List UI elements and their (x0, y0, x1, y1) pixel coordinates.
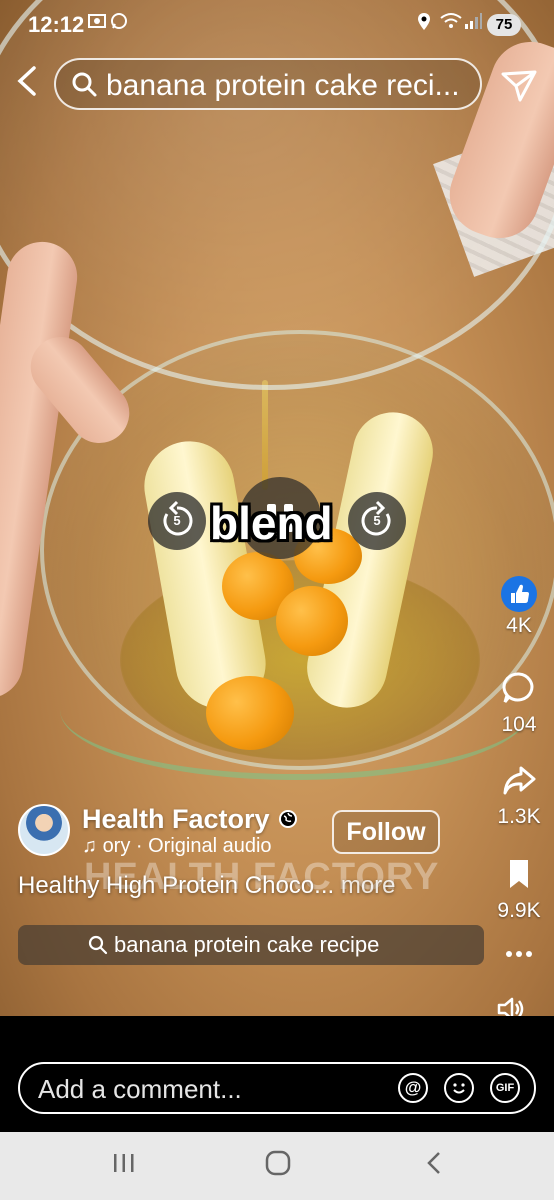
like-button[interactable]: 4K (494, 576, 544, 638)
mention-icon[interactable]: @ (398, 1073, 428, 1103)
search-bar[interactable]: banana protein cake reci... (54, 58, 482, 110)
author-name[interactable]: Health Factory (82, 804, 270, 835)
save-count: 9.9K (497, 899, 541, 922)
author-avatar[interactable] (18, 804, 70, 856)
comment-icon (502, 672, 534, 703)
home-button[interactable] (265, 1150, 291, 1183)
paper-plane-icon (501, 70, 537, 102)
video-caption: blend (210, 497, 333, 549)
more-options-button[interactable] (494, 944, 544, 969)
status-time: 12:12 (28, 12, 85, 37)
like-count: 4K (506, 614, 532, 637)
emoji-icon[interactable] (444, 1073, 474, 1103)
chevron-left-icon (17, 66, 36, 96)
search-icon (72, 72, 97, 97)
nav-back-button[interactable] (424, 1150, 444, 1183)
comment-placeholder: Add a comment... (38, 1074, 242, 1104)
follow-button[interactable]: Follow (332, 810, 440, 854)
signal-icon (464, 12, 482, 35)
comment-button[interactable]: 104 (494, 670, 544, 737)
recents-button[interactable] (112, 1150, 136, 1182)
post-description[interactable]: Healthy High Protein Choco... more (18, 872, 396, 900)
home-icon (265, 1150, 291, 1176)
music-note-icon: ♫ (82, 835, 103, 857)
share-button[interactable]: 1.3K (494, 762, 544, 829)
send-button[interactable] (500, 66, 538, 104)
rewind-5-button[interactable]: 5 (148, 492, 206, 550)
status-bar: 12:12 75 (0, 0, 554, 50)
globe-icon (279, 810, 297, 828)
search-query: banana protein cake reci... (106, 69, 460, 102)
share-count: 1.3K (497, 805, 541, 828)
gif-button[interactable]: GIF (490, 1073, 520, 1103)
screenshot-icon (88, 12, 106, 35)
battery-indicator: 75 (487, 14, 521, 36)
recents-icon (114, 1154, 134, 1172)
comment-count: 104 (501, 713, 537, 736)
forward-5-button[interactable]: 5 (348, 492, 406, 550)
back-button[interactable] (14, 64, 44, 104)
more-link[interactable]: more (334, 872, 396, 899)
related-search-chip[interactable]: banana protein cake recipe (18, 925, 484, 965)
location-icon (416, 12, 432, 37)
search-icon (88, 935, 108, 955)
whatsapp-icon (110, 12, 128, 35)
back-icon (427, 1152, 440, 1174)
bookmark-icon (510, 860, 528, 888)
system-nav-bar (0, 1132, 554, 1200)
wifi-icon (440, 12, 462, 35)
save-button[interactable]: 9.9K (494, 856, 544, 923)
share-arrow-icon (503, 766, 536, 795)
audio-track[interactable]: ♫ ory · Original audio (82, 835, 272, 858)
more-dots-icon (506, 951, 532, 957)
thumbs-up-icon (501, 576, 537, 612)
